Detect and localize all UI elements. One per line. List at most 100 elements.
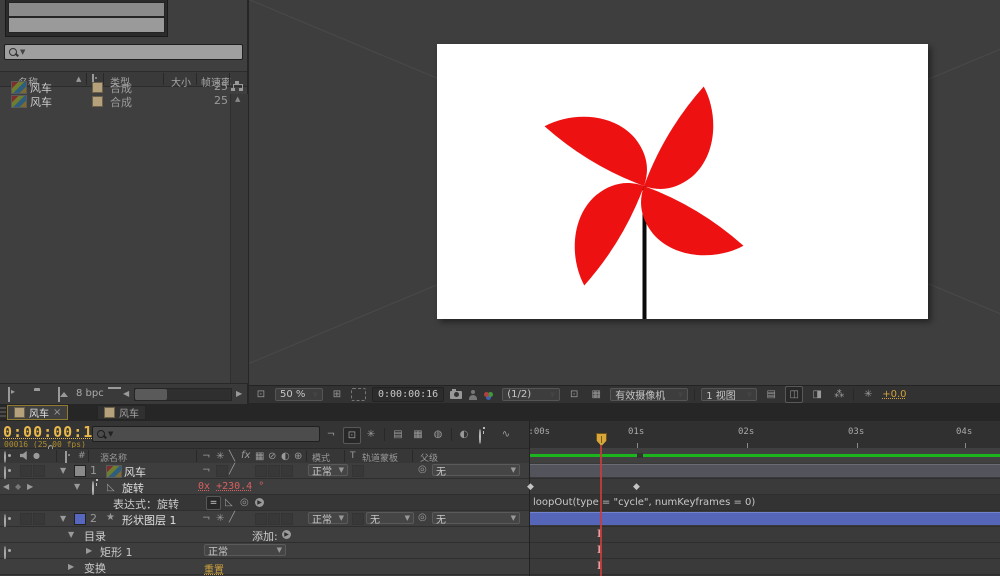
- layer-row-2[interactable]: ▼ 2 ★ 形状图层 1 ¬ ✳ ╱ 正常 ▼ 无 ▼ ◎ 无 ▼: [0, 511, 529, 529]
- comp-mini-flowchart-icon[interactable]: ¬: [323, 427, 339, 442]
- collapse-switch-icon[interactable]: ✳: [216, 452, 224, 462]
- shy-layers-icon[interactable]: ▤: [390, 427, 406, 442]
- timeline-tab-active[interactable]: 风车 ×: [7, 405, 69, 420]
- always-preview-icon[interactable]: ⊡: [253, 387, 269, 402]
- switch-cell[interactable]: [281, 513, 293, 525]
- property-name[interactable]: 旋转: [122, 480, 144, 496]
- collapse-switch[interactable]: ¬: [202, 514, 210, 524]
- expand-triangle-icon[interactable]: ▼: [74, 483, 80, 491]
- parent-dropdown[interactable]: 无 ▼: [432, 464, 520, 478]
- scroll-left-icon[interactable]: ◀: [123, 390, 129, 398]
- motion-blur-switch-icon[interactable]: ⊘: [268, 452, 276, 462]
- interpret-footage-icon[interactable]: [8, 387, 10, 402]
- pixel-aspect-correction-icon[interactable]: ◫: [785, 386, 804, 403]
- audio-cell[interactable]: [20, 465, 32, 477]
- video-column-eye-icon[interactable]: [4, 451, 6, 463]
- search-options-caret-icon[interactable]: ▼: [108, 430, 113, 438]
- draft-3d-icon[interactable]: ✳: [363, 427, 379, 442]
- collapse-switch[interactable]: ¬: [202, 466, 210, 476]
- transparency-grid-icon[interactable]: ▦: [588, 387, 604, 402]
- view-layout-dropdown[interactable]: 1 视图 ▼: [701, 388, 758, 402]
- search-options-caret-icon[interactable]: ▼: [20, 48, 25, 56]
- expression-language-menu-icon[interactable]: ▶: [255, 498, 264, 507]
- quality-switch-icon[interactable]: ╲: [229, 452, 235, 462]
- live-update-icon[interactable]: ⊡: [343, 427, 361, 444]
- playhead-line[interactable]: [600, 433, 602, 576]
- current-timecode[interactable]: 0:00:00:16: [3, 423, 103, 441]
- close-icon[interactable]: ×: [53, 407, 61, 418]
- tab-label[interactable]: 风车: [29, 405, 49, 420]
- region-of-interest-icon[interactable]: ⊡: [566, 387, 582, 402]
- preserve-transparency-cell[interactable]: [352, 465, 364, 477]
- scrollbar-thumb[interactable]: [135, 389, 167, 400]
- switch-cell[interactable]: [255, 513, 267, 525]
- label-color-swatch[interactable]: [92, 96, 103, 107]
- solo-column-icon[interactable]: ●: [33, 452, 40, 460]
- parent-pickwhip-icon[interactable]: ◎: [418, 513, 427, 523]
- audio-column-speaker-icon[interactable]: [20, 451, 27, 460]
- graph-editor-icon[interactable]: ∿: [498, 427, 514, 442]
- switch-cell[interactable]: [216, 465, 228, 477]
- layer-name[interactable]: 形状图层 1: [122, 512, 177, 528]
- grid-guides-icon[interactable]: ⊞: [329, 387, 345, 402]
- scroll-up-icon[interactable]: ▲: [235, 95, 240, 103]
- stopwatch-icon[interactable]: [92, 481, 94, 496]
- rect-group-row[interactable]: ▶ 矩形 1 正常 ▼: [0, 543, 529, 561]
- track-matte-dropdown[interactable]: 无 ▼: [366, 512, 414, 526]
- parent-dropdown[interactable]: 无 ▼: [432, 512, 520, 526]
- expand-triangle-icon[interactable]: ▼: [60, 515, 66, 523]
- project-item-row[interactable]: 风车 合成 25: [0, 94, 247, 109]
- comp-flowchart-icon[interactable]: ⁂: [831, 387, 847, 402]
- switch-cell[interactable]: [268, 465, 280, 477]
- collapsed-triangle-icon[interactable]: ▶: [68, 563, 74, 571]
- preserve-transparency-cell[interactable]: [352, 513, 364, 525]
- exposure-value[interactable]: +0.0: [882, 389, 906, 400]
- bit-depth-label[interactable]: 8 bpc: [76, 388, 104, 399]
- adjustment-switch-icon[interactable]: ◐: [281, 452, 290, 462]
- project-horizontal-scrollbar[interactable]: [134, 388, 232, 401]
- add-keyframe-icon[interactable]: ◆: [15, 483, 21, 491]
- label-color-swatch[interactable]: [74, 465, 86, 477]
- label-color-swatch[interactable]: [74, 513, 86, 525]
- timeline-button-icon[interactable]: ◨: [809, 387, 825, 402]
- expand-triangle-icon[interactable]: ▼: [68, 531, 74, 539]
- mask-visibility-icon[interactable]: [351, 388, 366, 401]
- keyframe-diamond[interactable]: ◆: [527, 482, 534, 492]
- expression-pickwhip-icon[interactable]: ◎: [240, 498, 249, 508]
- label-column-tag-icon[interactable]: [65, 451, 67, 463]
- blend-mode-dropdown[interactable]: 正常 ▼: [308, 464, 348, 478]
- scroll-right-icon[interactable]: ▶: [236, 390, 242, 398]
- group-name[interactable]: 矩形 1: [100, 544, 133, 560]
- rasterize-switch[interactable]: ✳: [216, 514, 224, 524]
- solo-cell[interactable]: [33, 513, 45, 525]
- fx-switch-icon[interactable]: fx: [241, 451, 250, 461]
- panel-grip[interactable]: [0, 407, 6, 419]
- auto-keyframe-icon[interactable]: [479, 429, 481, 444]
- brainstorm-icon[interactable]: ◐: [456, 427, 472, 442]
- switch-cell[interactable]: [255, 465, 267, 477]
- motion-blur-icon[interactable]: ◍: [430, 427, 446, 442]
- add-label[interactable]: 添加:: [252, 528, 278, 544]
- show-channels-icon[interactable]: [484, 390, 496, 400]
- group-name[interactable]: 目录: [84, 528, 106, 544]
- show-snapshot-icon[interactable]: [468, 389, 478, 400]
- switch-cell[interactable]: [281, 465, 293, 477]
- snapshot-camera-icon[interactable]: [450, 388, 463, 399]
- switch-cell[interactable]: [268, 513, 280, 525]
- resolution-dropdown[interactable]: (1/2) ▼: [502, 388, 561, 401]
- rect-blend-mode-dropdown[interactable]: 正常 ▼: [204, 544, 286, 558]
- project-settings-icon[interactable]: [58, 387, 60, 402]
- project-search-input[interactable]: ▼: [4, 44, 243, 60]
- timeline-search-input[interactable]: ▼: [92, 426, 320, 442]
- enable-expression-icon[interactable]: =: [206, 496, 221, 510]
- frame-blending-icon[interactable]: ▦: [410, 427, 426, 442]
- prev-keyframe-icon[interactable]: ◀: [3, 483, 9, 491]
- expression-text[interactable]: loopOut(type = "cycle", numKeyframes = 0…: [533, 497, 755, 508]
- layer-row-1[interactable]: ▼ 1 风车 ¬ ╱ 正常 ▼ ◎ 无 ▼: [0, 463, 529, 481]
- column-t[interactable]: T: [350, 451, 356, 461]
- add-menu-icon[interactable]: ▶: [282, 530, 291, 539]
- rotation-property-row[interactable]: ◀ ◆ ▶ ▼ ◺ 旋转 0x +230.4 °: [0, 479, 529, 496]
- expression-graph-icon[interactable]: ◺: [225, 498, 233, 508]
- keyframe-diamond[interactable]: ◆: [633, 482, 640, 492]
- next-keyframe-icon[interactable]: ▶: [27, 483, 33, 491]
